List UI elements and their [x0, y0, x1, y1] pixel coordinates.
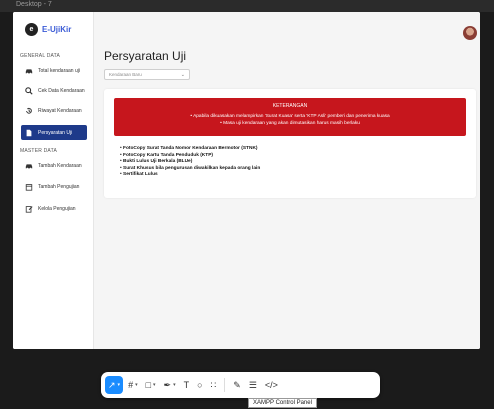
sidebar-item-label: Riwayat Kendaraan	[38, 107, 82, 114]
car-icon	[25, 163, 33, 169]
chevron-down-icon: ▾	[173, 382, 176, 388]
sidebar-item-tambah-kendaraan[interactable]: Tambah Kendaraan	[21, 158, 87, 173]
window-title: Desktop - 7	[16, 1, 52, 8]
text-icon: T	[183, 380, 190, 390]
list-item: Sertifikat Lulus	[120, 172, 260, 179]
sidebar-item-label: Persyaratan Uji	[38, 129, 73, 136]
search-icon	[25, 86, 33, 95]
requirements-card: KETERANGAN Apabila dikuasakan melampirka…	[104, 89, 476, 198]
pen-tool[interactable]: ✒ ▾	[161, 376, 179, 394]
comment-tool[interactable]: ○	[194, 376, 205, 394]
components-icon: ∷	[210, 379, 217, 390]
sidebar-item-label: Tambah Pengujian	[38, 183, 80, 190]
logo-text: E-UjiKir	[42, 25, 72, 34]
chevron-down-icon: ▾	[117, 382, 121, 388]
draw-tool[interactable]: ✎	[230, 376, 244, 394]
cursor-icon: ↗	[108, 379, 116, 390]
chevron-down-icon: ▾	[135, 382, 138, 388]
car-icon	[25, 68, 33, 74]
code-icon: </>	[264, 380, 278, 390]
sidebar: e E-UjiKir GENERAL DATA Total kendaraan …	[13, 12, 94, 349]
sidebar-item-total-kendaraan[interactable]: Total kendaraan uji	[21, 63, 87, 78]
logo-icon: e	[25, 23, 38, 36]
list-item: Bukti Lulus Uji Berkala (BLUe)	[120, 159, 260, 166]
move-tool[interactable]: ↗ ▾	[105, 376, 124, 394]
app-window: e E-UjiKir GENERAL DATA Total kendaraan …	[13, 12, 480, 349]
sidebar-item-label: Tambah Kendaraan	[38, 162, 82, 169]
frame-tool[interactable]: # ▾	[125, 376, 141, 394]
chevron-down-icon: ⌄	[180, 72, 185, 78]
sidebar-item-label: Kelola Pengujian	[38, 205, 76, 212]
alert-item: Apabila dikuasakan melampirkan 'Surat Ku…	[114, 113, 466, 120]
taskbar-tooltip: XAMPP Control Panel	[248, 398, 317, 408]
dev-mode-icon: ☰	[248, 379, 257, 390]
alert-item: Masa uji kendaraan yang akan dimutasikan…	[114, 120, 466, 127]
info-alert: KETERANGAN Apabila dikuasakan melampirka…	[114, 98, 466, 136]
general-data-heading: GENERAL DATA	[20, 53, 61, 59]
page-title: Persyaratan Uji	[104, 49, 187, 63]
sidebar-item-label: Total kendaraan uji	[38, 67, 80, 74]
sidebar-item-persyaratan[interactable]: Persyaratan Uji	[21, 125, 87, 140]
avatar[interactable]	[463, 26, 477, 40]
list-item: FotoCopy Surat Tanda Nomor Kendaraan Ber…	[120, 146, 260, 153]
draw-icon: ✎	[233, 379, 241, 390]
toolbar-divider	[224, 378, 226, 392]
sidebar-item-label: Cek Data Kendaraan	[38, 87, 85, 94]
chevron-down-icon: ▾	[153, 382, 156, 388]
edit-icon	[25, 205, 33, 213]
components-tool[interactable]: ∷	[208, 376, 220, 394]
sidebar-item-tambah-pengujian[interactable]: Tambah Pengujian	[21, 179, 87, 194]
design-toolbar: ↗ ▾ # ▾ □ ▾ ✒ ▾ T ○ ∷ ✎ ☰ </>	[101, 372, 380, 398]
select-value: Kendaraan Baru	[109, 72, 142, 77]
main-content: Persyaratan Uji Kendaraan Baru ⌄ KETERAN…	[94, 12, 480, 349]
window-titlebar: Desktop - 7	[0, 0, 494, 12]
vehicle-type-select[interactable]: Kendaraan Baru ⌄	[104, 69, 190, 80]
sidebar-item-riwayat[interactable]: Riwayat Kendaraan	[21, 103, 87, 118]
text-tool[interactable]: T	[181, 376, 193, 394]
frame-icon: #	[128, 380, 134, 390]
master-data-heading: MASTER DATA	[20, 148, 58, 154]
history-icon	[26, 107, 32, 114]
pen-icon: ✒	[163, 379, 172, 390]
sidebar-item-cek-data[interactable]: Cek Data Kendaraan	[21, 83, 87, 98]
requirements-list: FotoCopy Surat Tanda Nomor Kendaraan Ber…	[120, 146, 260, 179]
calendar-icon	[25, 183, 33, 191]
code-tool[interactable]: </>	[262, 376, 281, 394]
logo[interactable]: e E-UjiKir	[25, 23, 71, 36]
alert-title: KETERANGAN	[272, 103, 308, 109]
alert-list: Apabila dikuasakan melampirkan 'Surat Ku…	[114, 113, 466, 127]
rectangle-icon: □	[145, 380, 152, 390]
sidebar-item-kelola-pengujian[interactable]: Kelola Pengujian	[21, 201, 87, 216]
dev-mode-tool[interactable]: ☰	[246, 376, 260, 394]
document-icon	[26, 129, 32, 136]
comment-icon: ○	[197, 380, 203, 390]
shape-tool[interactable]: □ ▾	[143, 376, 159, 394]
